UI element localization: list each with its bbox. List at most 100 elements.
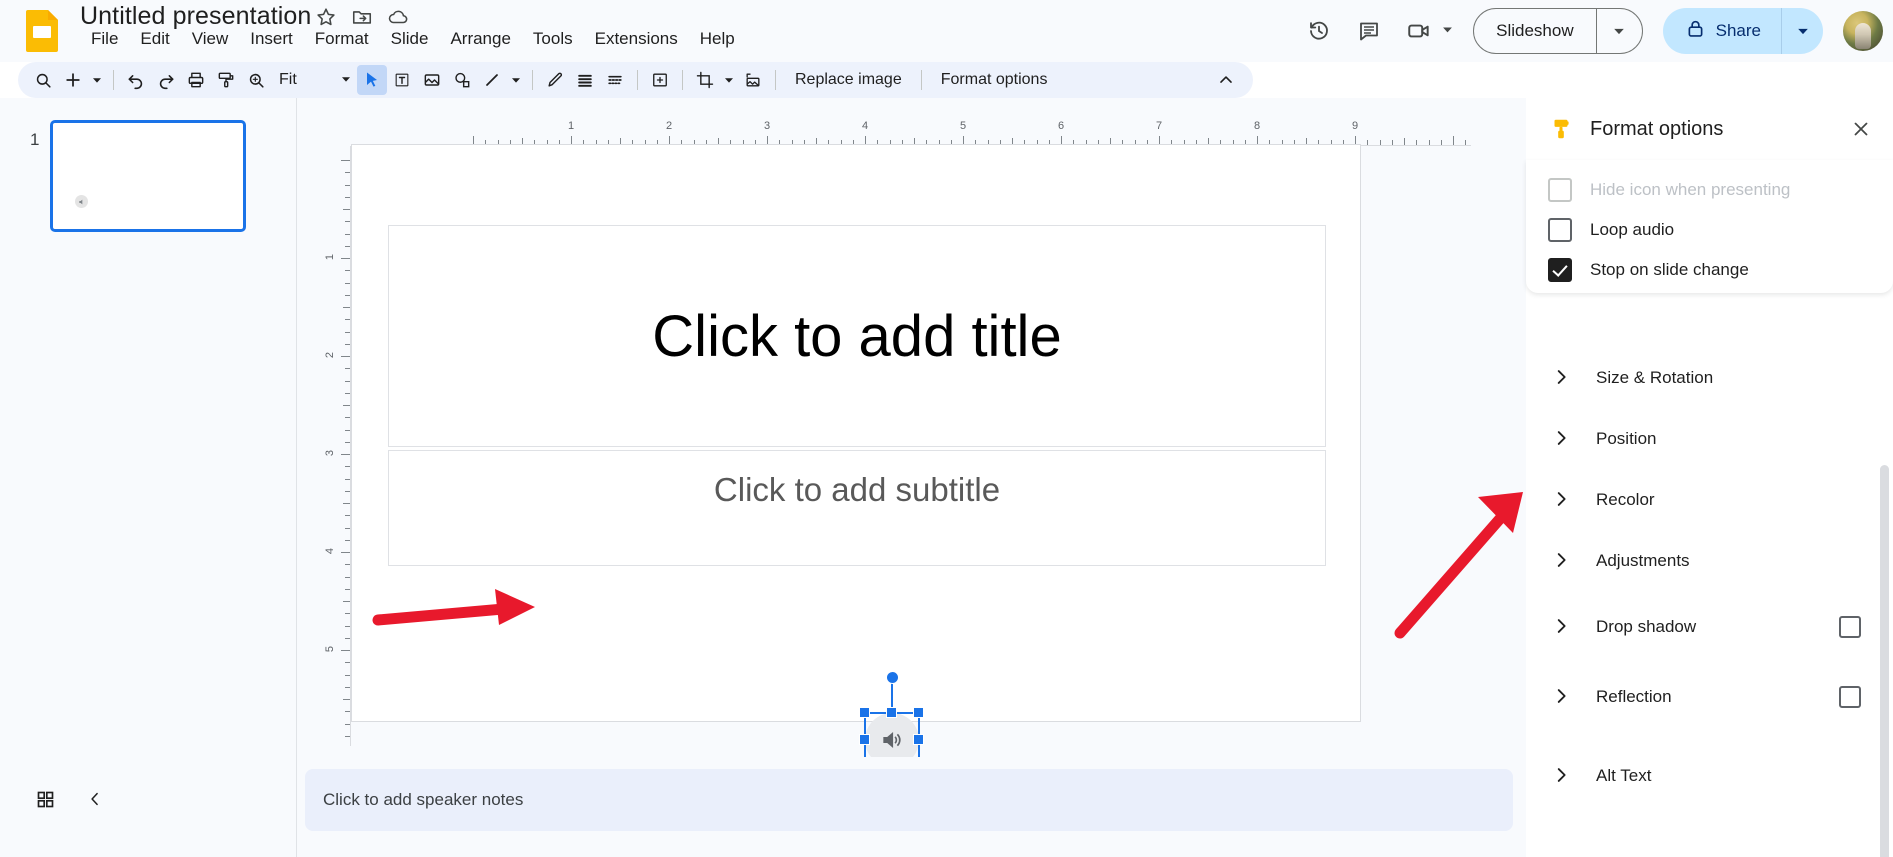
paint-roller-icon	[1548, 116, 1574, 142]
textbox-icon[interactable]	[387, 65, 417, 95]
menu-extensions[interactable]: Extensions	[584, 27, 689, 51]
subtitle-placeholder-text: Click to add subtitle	[713, 471, 1001, 508]
cloud-saved-icon[interactable]	[387, 6, 409, 28]
select-tool-icon[interactable]	[357, 65, 387, 95]
slide-canvas[interactable]: Click to add title Click to add subtitle	[351, 144, 1361, 845]
stop-on-slide-change-checkbox[interactable]	[1548, 258, 1572, 282]
resize-handle-e[interactable]	[913, 734, 924, 745]
menu-edit[interactable]: Edit	[129, 27, 180, 51]
redo-icon[interactable]	[151, 65, 181, 95]
title-icons	[315, 6, 409, 28]
undo-icon[interactable]	[121, 65, 151, 95]
layout-icon[interactable]	[645, 65, 675, 95]
crop-caret-down-icon[interactable]	[720, 65, 738, 95]
speaker-notes-placeholder: Click to add speaker notes	[323, 790, 524, 809]
toolbar-separator-5	[775, 70, 776, 90]
chevron-up-icon[interactable]	[1211, 65, 1241, 95]
version-history-icon[interactable]	[1297, 9, 1341, 53]
chevron-right-icon	[1550, 685, 1574, 709]
search-icon[interactable]	[28, 65, 58, 95]
add-slide-caret-down-icon[interactable]	[88, 65, 106, 95]
section-size-and-rotation[interactable]: Size & Rotation	[1526, 358, 1893, 398]
section-position[interactable]: Position	[1526, 419, 1893, 459]
line-icon[interactable]	[477, 65, 507, 95]
chevron-left-icon[interactable]	[78, 782, 112, 816]
section-label: Position	[1596, 429, 1657, 448]
checkbox-row-hide-icon-when-presenting[interactable]: Hide icon when presenting	[1548, 178, 1790, 202]
loop-audio-label: Loop audio	[1590, 220, 1675, 239]
star-icon[interactable]	[315, 6, 337, 28]
section-drop-shadow[interactable]: Drop shadow	[1526, 607, 1893, 647]
resize-handle-w[interactable]	[859, 734, 870, 745]
section-recolor[interactable]: Recolor	[1526, 480, 1893, 520]
mask-image-icon[interactable]	[738, 65, 768, 95]
menu-arrange[interactable]: Arrange	[439, 27, 521, 51]
resize-handle-nw[interactable]	[859, 707, 870, 718]
comment-icon[interactable]	[1347, 9, 1391, 53]
section-alt-text[interactable]: Alt Text	[1526, 756, 1893, 796]
reflection-checkbox[interactable]	[1839, 686, 1861, 708]
zoom-level-select[interactable]: Fit	[271, 65, 357, 95]
slide-thumbnail-1[interactable]	[50, 120, 246, 232]
loop-audio-checkbox[interactable]	[1548, 218, 1572, 242]
audio-icon	[75, 195, 88, 208]
title-placeholder[interactable]: Click to add title	[388, 225, 1326, 447]
resize-handle-ne[interactable]	[913, 707, 924, 718]
rotation-handle[interactable]	[886, 671, 899, 684]
menu-file[interactable]: File	[80, 27, 129, 51]
user-avatar[interactable]	[1843, 11, 1883, 51]
menu-help[interactable]: Help	[689, 27, 746, 51]
format-panel-scrollbar[interactable]	[1880, 465, 1889, 857]
move-to-folder-icon[interactable]	[351, 6, 373, 28]
video-camera-icon[interactable]	[1397, 9, 1441, 53]
drop-shadow-checkbox[interactable]	[1839, 616, 1861, 638]
toolbar-separator-6	[920, 70, 922, 90]
section-label: Alt Text	[1596, 766, 1652, 785]
transition-icon[interactable]	[600, 65, 630, 95]
lock-icon	[1685, 18, 1706, 44]
share-label: Share	[1715, 21, 1761, 40]
slideshow-button[interactable]: Slideshow	[1474, 9, 1596, 53]
chevron-right-icon	[1550, 488, 1574, 512]
menu-tools[interactable]: Tools	[522, 27, 584, 51]
slide-filmstrip: 1	[0, 98, 296, 757]
add-slide-icon[interactable]	[58, 65, 88, 95]
shape-icon[interactable]	[447, 65, 477, 95]
section-adjustments[interactable]: Adjustments	[1526, 541, 1893, 581]
speaker-notes-input[interactable]: Click to add speaker notes	[305, 769, 1513, 831]
background-icon[interactable]	[570, 65, 600, 95]
google-slides-logo[interactable]	[22, 8, 64, 54]
checkbox-row-loop-audio[interactable]: Loop audio	[1548, 218, 1674, 242]
subtitle-placeholder[interactable]: Click to add subtitle	[388, 450, 1326, 566]
chevron-right-icon	[1550, 366, 1574, 390]
format-options-button[interactable]: Format options	[929, 66, 1060, 94]
line-caret-down-icon[interactable]	[507, 65, 525, 95]
hide-icon-checkbox[interactable]	[1548, 178, 1572, 202]
zoom-icon[interactable]	[241, 65, 271, 95]
menu-slide[interactable]: Slide	[380, 27, 440, 51]
ruler-label: 4	[862, 120, 869, 132]
insert-image-icon[interactable]	[417, 65, 447, 95]
slideshow-caret-down-icon[interactable]	[1595, 9, 1642, 53]
grid-view-icon[interactable]	[28, 782, 62, 816]
vertical-ruler[interactable]: 1 2 3 4 5	[297, 146, 351, 746]
crop-icon[interactable]	[690, 65, 720, 95]
resize-handle-n[interactable]	[886, 707, 897, 718]
menu-view[interactable]: View	[181, 27, 240, 51]
paint-format-icon[interactable]	[211, 65, 241, 95]
meet-button-group[interactable]	[1397, 9, 1459, 53]
section-reflection[interactable]: Reflection	[1526, 677, 1893, 717]
menu-format[interactable]: Format	[304, 27, 380, 51]
menu-insert[interactable]: Insert	[239, 27, 304, 51]
ruler-label: 2	[324, 351, 337, 359]
share-caret-down-icon[interactable]	[1781, 8, 1823, 54]
replace-image-button[interactable]: Replace image	[783, 66, 914, 94]
main-area: 1 123456789 12345 Click to add title Cli…	[0, 98, 1893, 857]
checkbox-row-stop-on-slide-change[interactable]: Stop on slide change	[1548, 258, 1749, 282]
meet-caret-down-icon[interactable]	[1442, 22, 1453, 40]
close-icon[interactable]	[1843, 111, 1879, 147]
horizontal-ruler[interactable]: 1 2 3 4 5 6 7 8 9	[351, 120, 1471, 146]
print-icon[interactable]	[181, 65, 211, 95]
share-button[interactable]: Share	[1663, 8, 1781, 54]
pen-icon[interactable]	[540, 65, 570, 95]
